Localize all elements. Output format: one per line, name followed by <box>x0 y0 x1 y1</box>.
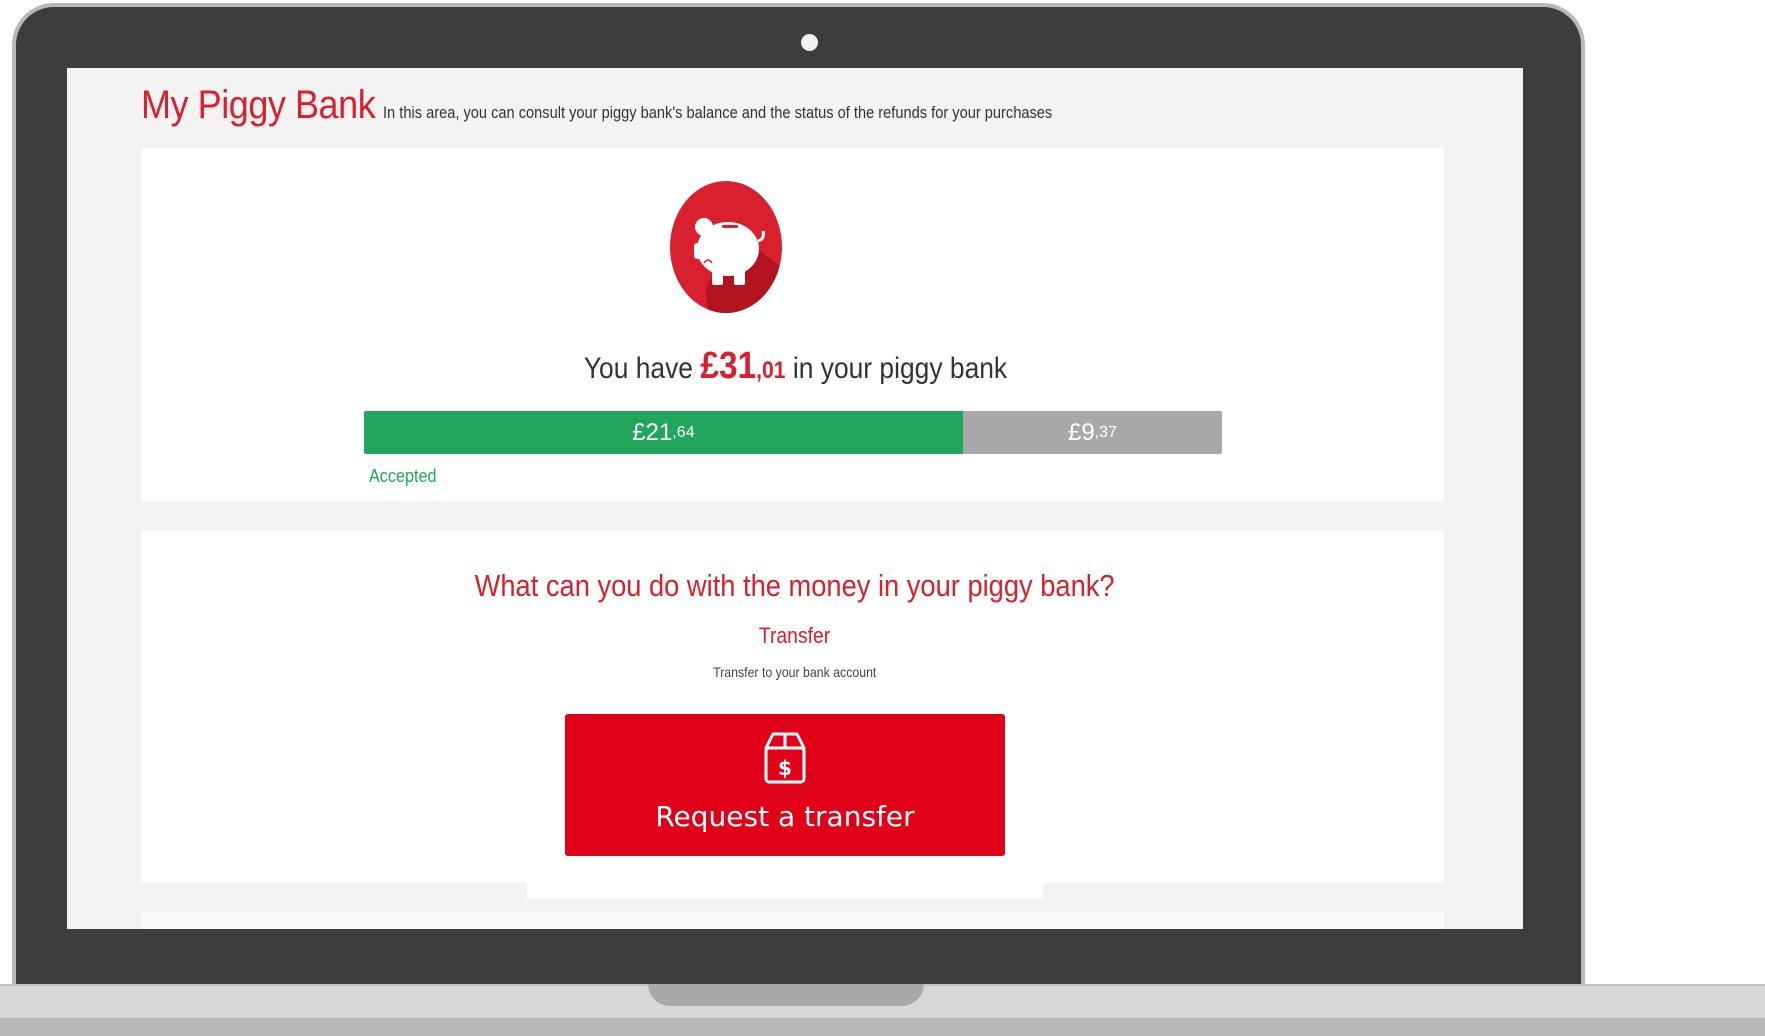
balance-suffix: in your piggy bank <box>792 352 1007 385</box>
accepted-segment: £ 21,64 <box>364 411 963 454</box>
transfer-description: Transfer to your bank account <box>67 664 1523 680</box>
piggy-bank-icon <box>670 181 782 313</box>
page-subtitle: In this area, you can consult your piggy… <box>383 103 1053 122</box>
request-transfer-button[interactable]: $ Request a transfer <box>565 714 1005 856</box>
pending-whole: 9 <box>1081 418 1095 446</box>
camera-dot <box>801 34 818 51</box>
accepted-label: Accepted <box>369 466 437 486</box>
laptop-base-lip <box>0 1018 1765 1036</box>
balance-whole: 31 <box>718 345 756 387</box>
page-title: My Piggy Bank <box>141 83 376 127</box>
balance-currency: £ <box>699 345 719 387</box>
svg-text:$: $ <box>778 756 792 780</box>
pending-segment: £ 9,37 <box>962 411 1222 454</box>
screen: My Piggy Bank In this area, you can cons… <box>67 68 1523 929</box>
actions-question-text: What can you do with the money in your p… <box>475 568 1115 603</box>
transfer-title-text: Transfer <box>759 623 831 648</box>
next-card <box>141 912 1444 929</box>
accepted-currency: £ <box>632 418 646 446</box>
balance-text: You have £31,01 in your piggy bank <box>67 345 1523 388</box>
accepted-decimal: ,64 <box>672 423 695 441</box>
transfer-description-text: Transfer to your bank account <box>713 664 877 680</box>
actions-question: What can you do with the money in your p… <box>67 568 1523 604</box>
box-dollar-icon: $ <box>764 732 806 784</box>
pending-decimal: ,37 <box>1094 423 1117 441</box>
pending-currency: £ <box>1067 418 1082 446</box>
button-shadow-strip <box>527 883 1043 899</box>
laptop-notch <box>648 984 924 1006</box>
transfer-title: Transfer <box>67 623 1523 649</box>
refund-progress-bar: £ 21,64 £ 9,37 <box>364 411 1222 454</box>
balance-decimal: ,01 <box>755 357 786 384</box>
request-transfer-label: Request a transfer <box>655 800 915 833</box>
balance-prefix: You have <box>583 352 693 385</box>
accepted-whole: 21 <box>645 418 673 446</box>
